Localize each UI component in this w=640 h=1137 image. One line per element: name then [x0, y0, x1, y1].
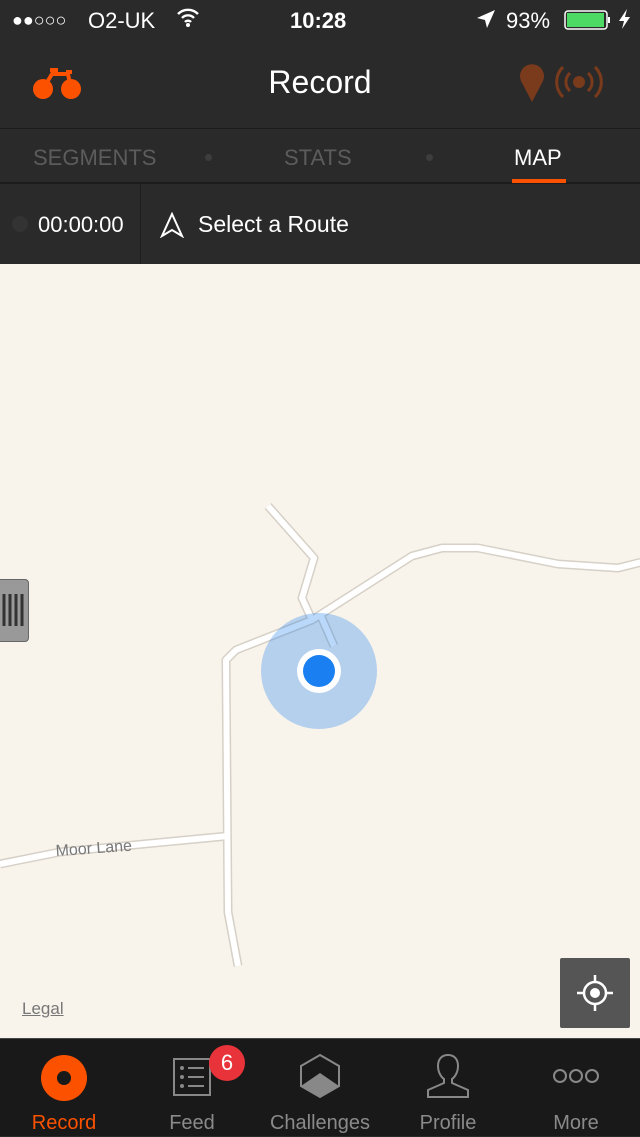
charging-icon — [618, 9, 632, 35]
route-label: Select a Route — [198, 211, 349, 237]
grip-icon — [2, 594, 24, 626]
status-bar: ●●○○○ O2-UK 10:28 93% — [0, 0, 640, 40]
battery-percent: 93% — [506, 8, 551, 33]
wifi-icon — [176, 6, 200, 34]
nav-bar: Record — [0, 40, 640, 128]
challenges-icon — [300, 1053, 340, 1099]
more-icon — [553, 1069, 599, 1083]
crosshair-icon — [577, 975, 613, 1011]
location-arrow-icon — [476, 9, 496, 35]
beacon-icon[interactable] — [554, 64, 604, 105]
gps-status-dot — [12, 216, 28, 232]
tab-bar: Record Feed Challenges Profile More — [0, 1038, 640, 1136]
feed-badge: 6 — [209, 1045, 245, 1081]
tab-map[interactable]: MAP — [514, 145, 562, 171]
timer: 00:00:00 — [38, 212, 124, 237]
road-label: Moor Lane — [55, 838, 133, 860]
select-route-button[interactable]: Select a Route — [141, 184, 640, 264]
tabbar-label: Record — [31, 1112, 97, 1134]
feed-icon — [173, 1058, 211, 1096]
clock: 10:28 — [290, 8, 347, 33]
recenter-button[interactable] — [560, 958, 630, 1028]
tab-stats[interactable]: STATS — [284, 145, 352, 171]
signal-icon: ●●○○○ — [12, 10, 67, 30]
tabbar-challenges[interactable]: Challenges — [256, 1039, 384, 1137]
tabbar-profile[interactable]: Profile — [384, 1039, 512, 1137]
drawer-handle[interactable] — [0, 579, 29, 642]
tabbar-label: Profile — [419, 1112, 477, 1134]
location-pin-icon[interactable] — [518, 64, 546, 107]
tabbar-record[interactable]: Record — [0, 1039, 128, 1137]
legal-link[interactable]: Legal — [22, 999, 64, 1019]
tab-separator — [205, 154, 212, 161]
roads: Moor Lane — [0, 503, 640, 967]
tabbar-label: More — [553, 1112, 599, 1134]
record-bar: 00:00:00 Select a Route — [0, 184, 640, 264]
tabbar-more[interactable]: More — [512, 1039, 640, 1137]
tabbar-label: Feed — [169, 1112, 215, 1134]
navigation-arrow-icon — [159, 212, 185, 238]
record-tabs: SEGMENTS STATS MAP — [0, 128, 640, 184]
map-view[interactable]: Moor Lane Legal — [0, 264, 640, 1038]
record-icon — [41, 1055, 87, 1101]
active-tab-indicator — [512, 179, 566, 183]
profile-icon — [427, 1053, 469, 1098]
battery-icon — [564, 10, 614, 38]
current-location-dot — [303, 655, 335, 687]
tabbar-label: Challenges — [269, 1112, 371, 1134]
carrier: O2-UK — [88, 8, 156, 33]
tab-segments[interactable]: SEGMENTS — [33, 145, 156, 171]
tab-separator — [426, 154, 433, 161]
